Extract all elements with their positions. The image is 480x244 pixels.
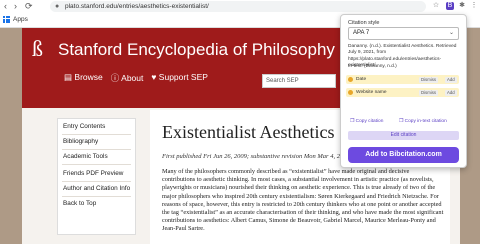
apps-bookmark[interactable]: Apps [13,14,28,26]
add-to-bibcitation-button[interactable]: Add to Bibcitation.com [348,147,459,163]
search-placeholder: Search SEP [266,78,299,84]
article-title: Existentialist Aesthetics [162,122,335,142]
copy-intext-label: Copy in-text citation [404,119,447,124]
sidebar-divider [62,149,131,150]
menu-icon[interactable]: ⋮ [470,2,478,10]
bibcitation-extension-icon[interactable]: B [446,2,454,10]
nav-about-label: About [121,73,144,83]
sidebar-divider [62,134,131,135]
dismiss-button[interactable]: Dismiss [419,89,439,96]
sidebar-divider [62,164,131,165]
chevron-down-icon: ⌄ [448,30,454,36]
sidebar-item-bibliography[interactable]: Bibliography [63,138,98,145]
search-input[interactable]: Search SEP [262,74,336,88]
address-bar[interactable]: ● plato.stanford.edu/entries/aesthetics-… [50,1,426,12]
sidebar-item-entry-contents[interactable]: Entry Contents [63,123,105,130]
site-title[interactable]: Stanford Encyclopedia of Philosophy [58,40,335,60]
nav-support-label: Support SEP [158,72,208,82]
puzzle-icon[interactable]: ✱ [458,2,466,10]
edit-citation-button[interactable]: Edit citation [348,131,459,140]
entry-sidebar: Entry Contents Bibliography Academic Too… [57,118,136,235]
article-body: Many of the philosophers commonly descri… [162,168,444,233]
sidebar-item-back-to-top[interactable]: Back to Top [63,200,96,207]
sep-logo-icon[interactable]: ß [32,36,43,62]
missing-field-label: Website name [356,90,387,95]
citation-style-select[interactable]: APA 7 ⌄ [348,27,459,40]
missing-field-website-name: Website name Dismiss Add [346,88,459,97]
dismiss-button[interactable]: Dismiss [419,76,439,83]
add-button[interactable]: Add [445,89,457,96]
nav-browse[interactable]: ▤ Browse [64,72,103,84]
nav-about[interactable]: ⓘ About [111,72,144,84]
star-icon[interactable]: ☆ [432,2,440,10]
intext-citation: In-text: (Dananny, n.d.) [348,64,397,69]
sidebar-item-academic-tools[interactable]: Academic Tools [63,153,108,160]
nav-browse-label: Browse [74,72,103,82]
citation-style-value: APA 7 [353,30,370,36]
lock-icon: ● [55,3,60,10]
back-icon[interactable]: ‹ [4,1,7,12]
publication-line: First published Fri Jun 26, 2009; substa… [162,153,350,160]
sidebar-item-friends-pdf[interactable]: Friends PDF Preview [63,170,123,177]
copy-citation-button[interactable]: ❐ Copy citation [350,119,383,124]
missing-field-date: Date Dismiss Add [346,75,459,84]
sidebar-divider [62,196,131,197]
add-button[interactable]: Add [445,76,457,83]
copy-intext-button[interactable]: ❐ Copy in-text citation [399,119,447,124]
apps-grid-icon[interactable] [3,16,10,23]
missing-field-label: Date [356,77,367,82]
warning-icon [348,89,353,95]
citation-style-label: Citation style [348,20,380,26]
url-text[interactable]: plato.stanford.edu/entries/aesthetics-ex… [65,1,209,12]
sidebar-divider [62,181,131,182]
reload-icon[interactable]: ⟳ [25,1,33,12]
warning-icon [348,76,353,82]
forward-icon[interactable]: › [14,1,17,12]
nav-support[interactable]: ♥ Support SEP [151,72,208,84]
site-nav: ▤ Browse ⓘ About ♥ Support SEP [64,72,208,84]
copy-citation-label: Copy citation [355,119,384,124]
browser-toolbar: ‹ › ⟳ ● plato.stanford.edu/entries/aesth… [0,0,480,13]
sidebar-item-author-citation[interactable]: Author and Citation Info [63,185,130,192]
citation-popup: Citation style APA 7 ⌄ Dananny. (n.d.). … [340,14,467,168]
